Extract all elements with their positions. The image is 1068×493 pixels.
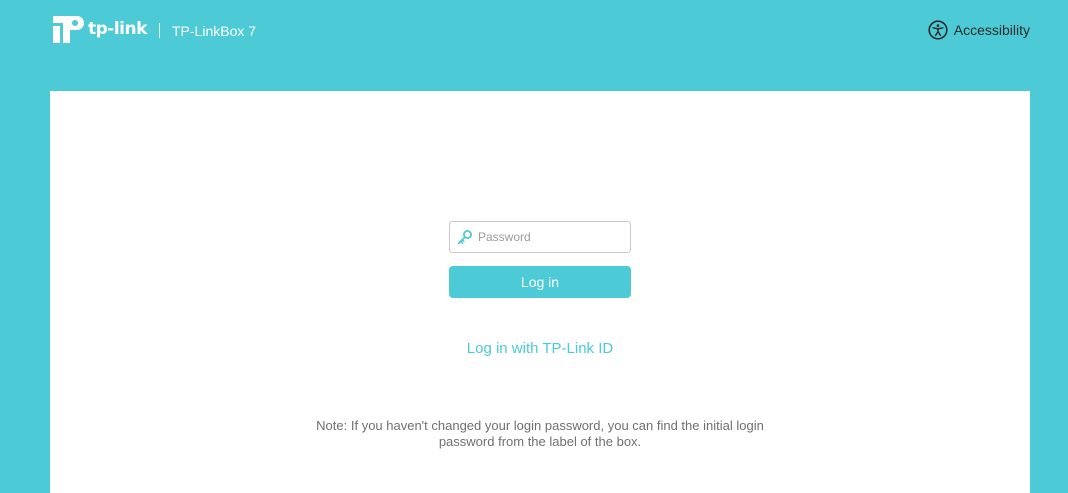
header: tp-link TP-LinkBox 7 Accessibility [0,0,1068,62]
model-name: TP-LinkBox 7 [172,23,257,39]
tp-link-logo-icon [50,12,84,46]
login-button[interactable]: Log in [449,266,631,298]
login-card: Log in Log in with TP-Link ID Note: If y… [50,91,1030,493]
tp-link-logo: tp-link [50,12,147,46]
note-line-2: password from the label of the box. [438,434,642,449]
accessibility-button[interactable]: Accessibility [928,20,1030,40]
tplink-id-login-link[interactable]: Log in with TP-Link ID [50,340,1030,358]
key-icon [457,229,473,245]
accessibility-icon [928,20,954,40]
header-divider [159,23,160,38]
note-line-1: Note: If you haven't changed your login … [316,418,764,433]
password-input[interactable] [478,230,618,244]
login-note: Note: If you haven't changed your login … [290,418,790,450]
password-field[interactable] [449,221,631,253]
accessibility-label: Accessibility [953,22,1030,38]
logo-text: tp-link [88,19,147,39]
